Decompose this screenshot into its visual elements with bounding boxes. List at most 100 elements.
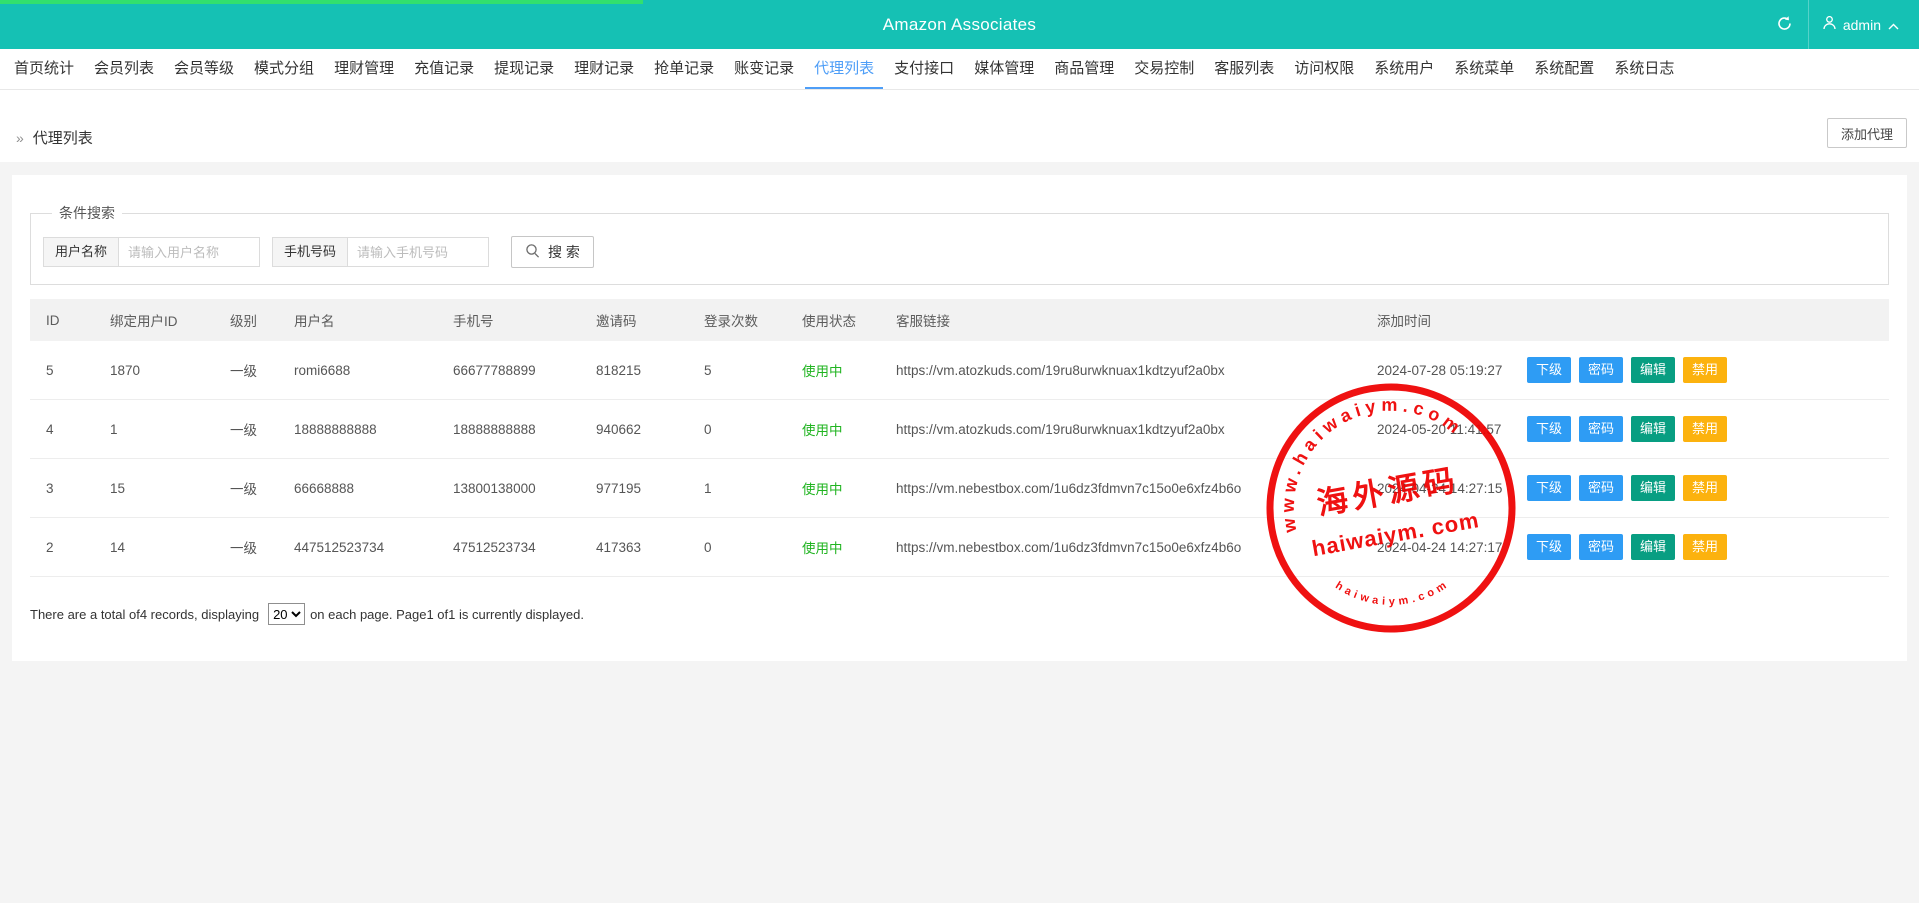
table-row: 41一级18888888888188888888889406620使用中http… xyxy=(30,400,1889,459)
username-input[interactable] xyxy=(118,237,260,267)
nav-item[interactable]: 充值记录 xyxy=(405,49,483,89)
subordinate-button[interactable]: 下级 xyxy=(1527,416,1571,442)
page-size-select[interactable]: 20 xyxy=(268,603,305,625)
disable-button[interactable]: 禁用 xyxy=(1683,357,1727,383)
user-menu[interactable]: admin xyxy=(1809,0,1913,49)
password-button[interactable]: 密码 xyxy=(1579,357,1623,383)
cell-actions: 下级密码编辑禁用 xyxy=(1511,518,1889,577)
cell-created-time: 2024-04-24 14:27:17 xyxy=(1361,518,1511,577)
nav-item[interactable]: 媒体管理 xyxy=(965,49,1043,89)
breadcrumb-arrows-icon: » xyxy=(16,130,24,146)
cell-status: 使用中 xyxy=(786,459,880,518)
phone-input[interactable] xyxy=(347,237,489,267)
nav-item[interactable]: 账变记录 xyxy=(725,49,803,89)
column-header: 级别 xyxy=(214,299,278,341)
search-panel: 条件搜索 用户名称 手机号码 搜 索 xyxy=(30,203,1889,285)
password-button[interactable]: 密码 xyxy=(1579,475,1623,501)
column-header: ID xyxy=(30,299,94,341)
cell-login-count: 0 xyxy=(688,400,786,459)
agents-table: ID绑定用户ID级别用户名手机号邀请码登录次数使用状态客服链接添加时间 5187… xyxy=(30,299,1889,577)
status-badge: 使用中 xyxy=(802,364,843,379)
app-title: Amazon Associates xyxy=(883,15,1036,35)
status-badge: 使用中 xyxy=(802,482,843,497)
subordinate-button[interactable]: 下级 xyxy=(1527,534,1571,560)
edit-button[interactable]: 编辑 xyxy=(1631,357,1675,383)
table-row: 51870一级romi6688666777888998182155使用中http… xyxy=(30,341,1889,400)
refresh-button[interactable] xyxy=(1762,0,1808,49)
table-body: 51870一级romi6688666777888998182155使用中http… xyxy=(30,341,1889,577)
nav-item[interactable]: 会员列表 xyxy=(85,49,163,89)
cell-login-count: 5 xyxy=(688,341,786,400)
table-row: 315一级66668888138001380009771951使用中https:… xyxy=(30,459,1889,518)
cell-id: 2 xyxy=(30,518,94,577)
subordinate-button[interactable]: 下级 xyxy=(1527,475,1571,501)
nav-item-active[interactable]: 代理列表 xyxy=(805,49,883,89)
nav-item[interactable]: 客服列表 xyxy=(1205,49,1283,89)
nav-item[interactable]: 理财记录 xyxy=(565,49,643,89)
nav-item[interactable]: 模式分组 xyxy=(245,49,323,89)
nav-item[interactable]: 理财管理 xyxy=(325,49,403,89)
nav-item[interactable]: 提现记录 xyxy=(485,49,563,89)
search-button[interactable]: 搜 索 xyxy=(511,236,594,268)
search-row: 用户名称 手机号码 搜 索 xyxy=(43,236,1876,268)
edit-button[interactable]: 编辑 xyxy=(1631,534,1675,560)
cell-login-count: 0 xyxy=(688,518,786,577)
disable-button[interactable]: 禁用 xyxy=(1683,416,1727,442)
cell-id: 3 xyxy=(30,459,94,518)
password-button[interactable]: 密码 xyxy=(1579,534,1623,560)
cell-service-link: https://vm.nebestbox.com/1u6dz3fdmvn7c15… xyxy=(880,459,1361,518)
search-icon xyxy=(525,243,541,262)
phone-field-group: 手机号码 xyxy=(272,237,489,267)
nav-item[interactable]: 商品管理 xyxy=(1045,49,1123,89)
column-header: 使用状态 xyxy=(786,299,880,341)
page-head: »代理列表 添加代理 xyxy=(0,90,1919,162)
cell-created-time: 2024-07-28 05:19:27 xyxy=(1361,341,1511,400)
cell-bind-user-id: 15 xyxy=(94,459,214,518)
nav-item[interactable]: 系统配置 xyxy=(1525,49,1603,89)
subordinate-button[interactable]: 下级 xyxy=(1527,357,1571,383)
cell-actions: 下级密码编辑禁用 xyxy=(1511,341,1889,400)
nav-item[interactable]: 首页统计 xyxy=(5,49,83,89)
column-header: 手机号 xyxy=(437,299,580,341)
table-header-row: ID绑定用户ID级别用户名手机号邀请码登录次数使用状态客服链接添加时间 xyxy=(30,299,1889,341)
nav-item[interactable]: 交易控制 xyxy=(1125,49,1203,89)
cell-status: 使用中 xyxy=(786,341,880,400)
nav-item[interactable]: 系统用户 xyxy=(1365,49,1443,89)
cell-actions: 下级密码编辑禁用 xyxy=(1511,459,1889,518)
edit-button[interactable]: 编辑 xyxy=(1631,416,1675,442)
cell-bind-user-id: 14 xyxy=(94,518,214,577)
disable-button[interactable]: 禁用 xyxy=(1683,475,1727,501)
cell-phone: 13800138000 xyxy=(437,459,580,518)
cell-username: romi6688 xyxy=(278,341,437,400)
cell-login-count: 1 xyxy=(688,459,786,518)
topbar-right: admin xyxy=(1762,0,1913,49)
edit-button[interactable]: 编辑 xyxy=(1631,475,1675,501)
add-agent-button[interactable]: 添加代理 xyxy=(1827,118,1907,148)
content-card: 条件搜索 用户名称 手机号码 搜 索 xyxy=(12,175,1907,661)
column-header: 登录次数 xyxy=(688,299,786,341)
username-label: 用户名称 xyxy=(43,237,118,267)
cell-bind-user-id: 1870 xyxy=(94,341,214,400)
column-header: 邀请码 xyxy=(580,299,688,341)
nav-item[interactable]: 系统日志 xyxy=(1605,49,1683,89)
cell-service-link: https://vm.nebestbox.com/1u6dz3fdmvn7c15… xyxy=(880,518,1361,577)
cell-phone: 47512523734 xyxy=(437,518,580,577)
cell-invite-code: 977195 xyxy=(580,459,688,518)
nav-item[interactable]: 支付接口 xyxy=(885,49,963,89)
search-legend: 条件搜索 xyxy=(52,203,122,223)
column-header xyxy=(1511,299,1889,341)
disable-button[interactable]: 禁用 xyxy=(1683,534,1727,560)
nav-item[interactable]: 系统菜单 xyxy=(1445,49,1523,89)
progress-bar xyxy=(0,0,643,4)
cell-created-time: 2024-05-20 11:41:57 xyxy=(1361,400,1511,459)
nav-item[interactable]: 访问权限 xyxy=(1285,49,1363,89)
password-button[interactable]: 密码 xyxy=(1579,416,1623,442)
username-field-group: 用户名称 xyxy=(43,237,260,267)
nav-item[interactable]: 会员等级 xyxy=(165,49,243,89)
breadcrumb: »代理列表 xyxy=(16,127,93,148)
pagination-text-before: There are a total of4 records, displayin… xyxy=(30,607,259,622)
cell-phone: 66677788899 xyxy=(437,341,580,400)
cell-service-link: https://vm.atozkuds.com/19ru8urwknuax1kd… xyxy=(880,400,1361,459)
main-nav: 首页统计会员列表会员等级模式分组理财管理充值记录提现记录理财记录抢单记录账变记录… xyxy=(0,49,1919,90)
nav-item[interactable]: 抢单记录 xyxy=(645,49,723,89)
